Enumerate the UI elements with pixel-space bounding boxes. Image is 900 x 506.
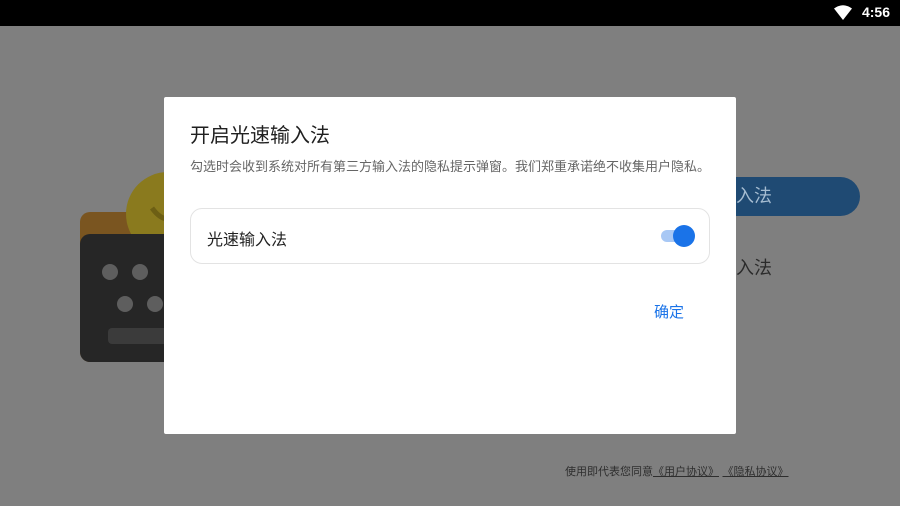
ime-toggle-label: 光速输入法 [207, 230, 288, 249]
status-time: 4:56 [861, 4, 890, 20]
dialog-title: 开启光速输入法 [190, 123, 330, 147]
status-bar: 4:56 [0, 0, 900, 26]
ime-toggle-row[interactable]: 光速输入法 [190, 208, 710, 264]
switch-thumb [673, 225, 695, 247]
dialog-description: 勾选时会收到系统对所有第三方输入法的隐私提示弹窗。我们郑重承诺绝不收集用户隐私。 [190, 160, 711, 175]
confirm-button[interactable]: 确定 [654, 301, 684, 322]
ime-toggle-switch[interactable] [659, 225, 695, 247]
enable-ime-dialog: 开启光速输入法 勾选时会收到系统对所有第三方输入法的隐私提示弹窗。我们郑重承诺绝… [164, 97, 736, 434]
agreement-footer: 使用即代表您同意《用户协议》 《隐私协议》 [565, 463, 789, 479]
user-agreement-link[interactable]: 《用户协议》 [653, 465, 719, 478]
privacy-policy-link[interactable]: 《隐私协议》 [723, 465, 789, 478]
agreement-prefix: 使用即代表您同意 [565, 465, 653, 478]
wifi-icon [834, 5, 852, 20]
switch-ime-link[interactable]: 入法 [736, 254, 772, 280]
